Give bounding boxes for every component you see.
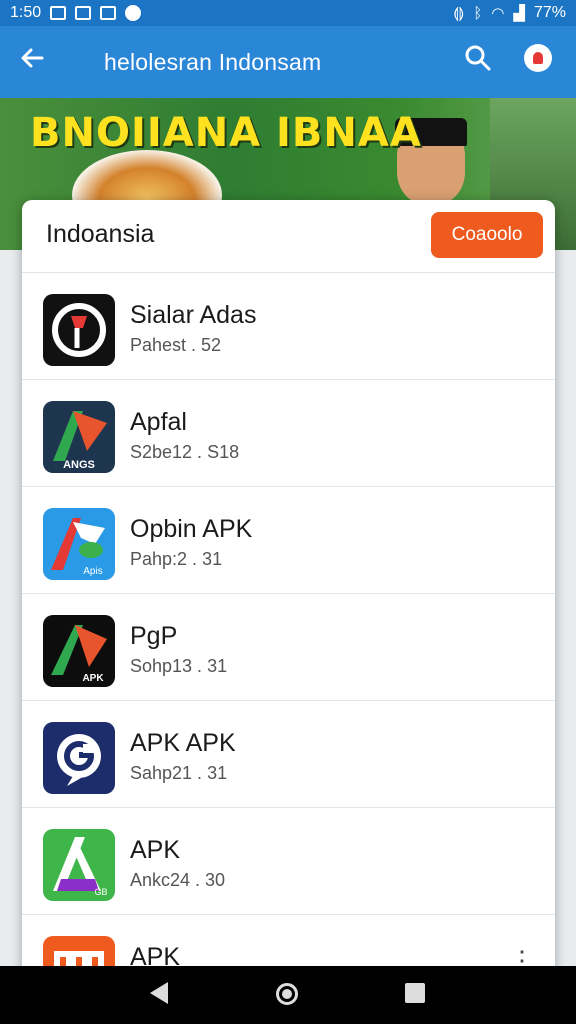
vibrate-icon: ⟬⟭ (453, 4, 465, 22)
bluetooth-icon: ᛒ (473, 4, 483, 22)
app-bar: helolesran Indonsam (0, 26, 576, 98)
battery-level: 77% (533, 4, 566, 21)
dialog-title: Indoansia (46, 220, 155, 248)
search-icon[interactable] (464, 44, 492, 72)
wifi-icon: ◠ (491, 5, 505, 22)
news-icon (100, 6, 117, 20)
app-meta: Pahest . 52 (130, 335, 222, 355)
signal-icon: ▟ (513, 5, 525, 22)
icon-badge-label: ANGS (63, 459, 95, 471)
icon-badge-label: Apis (83, 566, 102, 577)
list-item[interactable]: APK APK Sahp21 . 31 (22, 701, 555, 808)
app-meta: Sohp13 . 31 (130, 656, 228, 676)
list-item[interactable]: GB APK Ankc24 . 30 (22, 808, 555, 915)
cancel-button[interactable]: Coaoolo (431, 212, 543, 258)
app-name: PgP (130, 622, 178, 650)
chat-icon (125, 5, 142, 21)
system-nav-bar (0, 966, 576, 1024)
app-meta: Ankc24 . 30 (130, 870, 226, 890)
app-meta: S2be12 . S18 (130, 442, 240, 462)
green-red-a-icon: ANGS (43, 401, 115, 473)
black-green-a-icon: APK (43, 615, 115, 687)
app-picker-dialog: Indoansia Coaoolo Sialar Adas Pahest . 5… (22, 200, 555, 1000)
background-card (555, 250, 576, 966)
blue-red-a-icon: Apis (43, 508, 115, 580)
banner-headline: BNOIIANA IBNAA (30, 110, 422, 156)
back-arrow-icon[interactable] (0, 44, 64, 80)
dialog-header: Indoansia Coaoolo (22, 200, 555, 273)
notification-bell-icon[interactable] (524, 44, 552, 72)
app-name: APK APK (130, 729, 236, 757)
list-item[interactable]: ANGS Apfal S2be12 . S18 (22, 380, 555, 487)
app-name: APK (130, 836, 181, 864)
list-item[interactable]: Apis Opbin APK Pahp:2 . 31 (22, 487, 555, 594)
icon-badge-label: APK (82, 673, 104, 684)
black-red-app-icon (43, 294, 115, 366)
app-name: Opbin APK (130, 515, 253, 543)
clock: 1:50 (10, 4, 42, 21)
page-title: helolesran Indonsam (104, 48, 322, 75)
navy-g-icon (43, 722, 115, 794)
app-meta: Sahp21 . 31 (130, 763, 228, 783)
status-bar: 1:50 ⟬⟭ ᛒ ◠ ▟ 77% (0, 0, 576, 26)
nav-recents-icon[interactable] (405, 983, 425, 1003)
app-meta: Pahp:2 . 31 (130, 549, 223, 569)
icon-badge-label: GB (94, 887, 107, 897)
notification-icon (75, 6, 92, 20)
nav-back-icon[interactable] (150, 982, 168, 1004)
gallery-icon (50, 6, 67, 20)
background-card (0, 250, 22, 966)
app-name: Apfal (130, 408, 187, 436)
app-name: Sialar Adas (130, 301, 257, 329)
nav-home-icon[interactable] (276, 983, 298, 1005)
list-item[interactable]: Sialar Adas Pahest . 52 (22, 273, 555, 380)
green-purple-a-icon: GB (43, 829, 115, 901)
list-item[interactable]: APK PgP Sohp13 . 31 (22, 594, 555, 701)
